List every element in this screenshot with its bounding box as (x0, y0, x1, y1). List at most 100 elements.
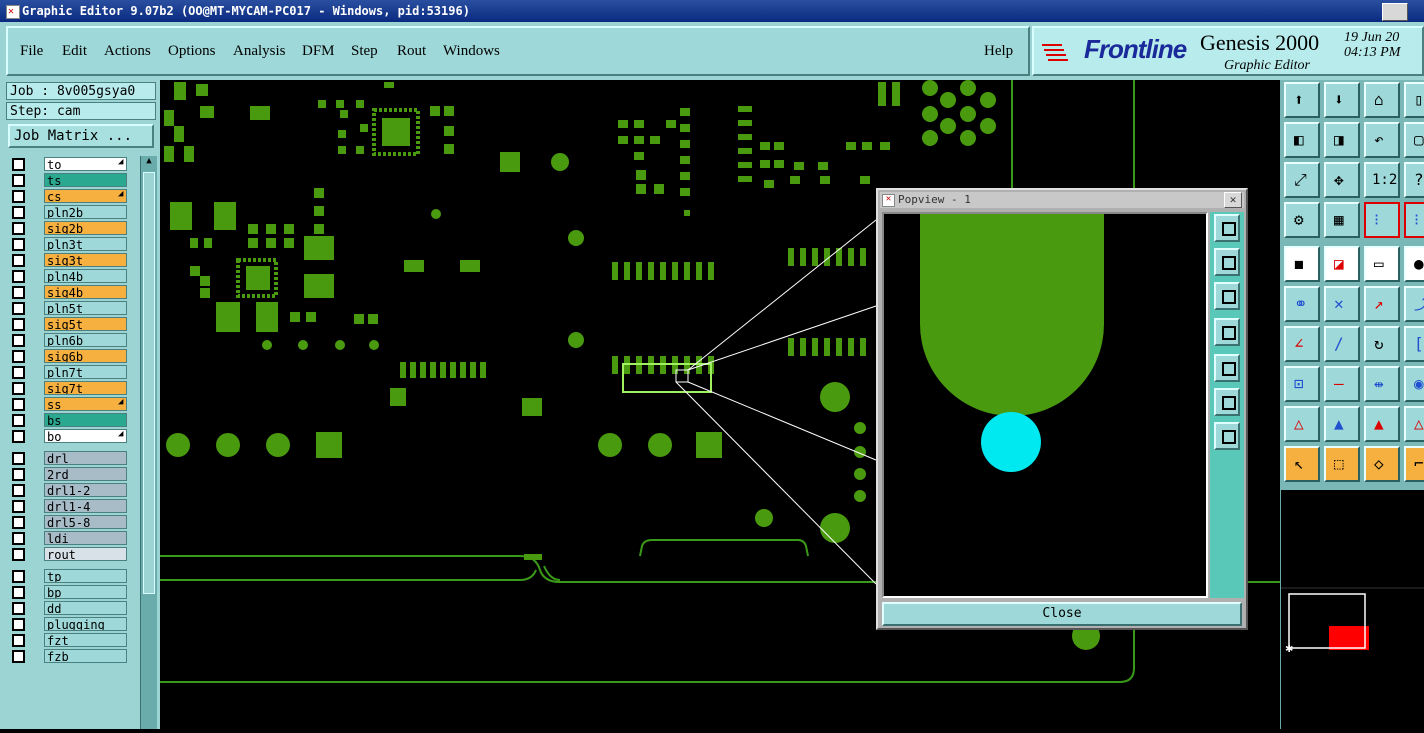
layer-row[interactable]: to ◢ (8, 156, 130, 172)
layer-work-box[interactable] (30, 396, 44, 412)
layer-checkbox[interactable] (12, 484, 25, 497)
layer-row[interactable]: drl5-8 (8, 514, 130, 530)
layer-work-box[interactable] (30, 156, 44, 172)
menu-options[interactable]: Options (168, 43, 216, 60)
layer-checkbox[interactable] (12, 174, 25, 187)
layer-work-box[interactable] (30, 252, 44, 268)
layer-name[interactable]: sig6b (44, 349, 127, 363)
layer-name[interactable]: rout (44, 547, 127, 561)
layer-name[interactable]: pln2b (44, 205, 127, 219)
layer-work-box[interactable] (30, 632, 44, 648)
layer-row[interactable]: drl1-2 (8, 482, 130, 498)
layer-row[interactable]: drl (8, 450, 130, 466)
layer-work-box[interactable] (30, 348, 44, 364)
layer-work-box[interactable] (30, 498, 44, 514)
layer-name[interactable]: pln5t (44, 301, 127, 315)
layer-row[interactable]: bs (8, 412, 130, 428)
tool-snap-icon[interactable]: ⁝ (1364, 202, 1400, 238)
tool-fit-icon[interactable]: ⤢ (1284, 162, 1320, 198)
layer-row[interactable]: bp (8, 584, 130, 600)
layer-checkbox[interactable] (12, 548, 25, 561)
layer-name[interactable]: tp (44, 569, 127, 583)
popview-tool-7-icon[interactable] (1214, 422, 1240, 450)
layer-row[interactable]: bo ◢ (8, 428, 130, 444)
layer-row[interactable]: sig5t (8, 316, 130, 332)
layer-name[interactable]: to (44, 157, 127, 171)
layer-row[interactable]: plugging (8, 616, 130, 632)
layer-work-box[interactable] (30, 428, 44, 444)
tool-home-icon[interactable]: ⌂ (1364, 82, 1400, 118)
layer-name[interactable]: fzt (44, 633, 127, 647)
layer-checkbox[interactable] (12, 350, 25, 363)
popview-tool-3-icon[interactable] (1214, 282, 1240, 310)
layer-work-box[interactable] (30, 466, 44, 482)
layer-checkbox[interactable] (12, 222, 25, 235)
menu-actions[interactable]: Actions (104, 43, 151, 60)
layer-scrollbar[interactable]: ▲ (140, 156, 157, 729)
layer-work-box[interactable] (30, 600, 44, 616)
layer-name[interactable]: cs (44, 189, 127, 203)
tool-select-box-icon[interactable]: ⬚ (1324, 446, 1360, 482)
layer-checkbox[interactable] (12, 516, 25, 529)
tool-pan-right-icon[interactable]: ◨ (1324, 122, 1360, 158)
menu-edit[interactable]: Edit (62, 43, 87, 60)
layer-name[interactable]: bo (44, 429, 127, 443)
layer-row[interactable]: cs ◢ (8, 188, 130, 204)
layer-name[interactable]: fzb (44, 649, 127, 663)
tool-zoom-ratio-button[interactable]: 1:2 (1364, 162, 1400, 198)
layer-checkbox[interactable] (12, 318, 25, 331)
layer-work-box[interactable] (30, 220, 44, 236)
layer-name[interactable]: ts (44, 173, 127, 187)
layer-row[interactable]: 2rd (8, 466, 130, 482)
layer-work-box[interactable] (30, 568, 44, 584)
layer-checkbox[interactable] (12, 650, 25, 663)
tool-page-icon[interactable]: ▯ (1404, 82, 1424, 118)
layer-name[interactable]: drl1-4 (44, 499, 127, 513)
tool-pan-left-icon[interactable]: ◧ (1284, 122, 1320, 158)
tool-ruler-icon[interactable]: ▭ (1364, 246, 1400, 282)
layer-work-box[interactable] (30, 236, 44, 252)
layer-row[interactable]: pln7t (8, 364, 130, 380)
layer-checkbox[interactable] (12, 206, 25, 219)
tool-connect-icon[interactable]: ⚭ (1284, 286, 1320, 322)
tool-dimension-icon[interactable]: ⇹ (1364, 366, 1400, 402)
layer-checkbox[interactable] (12, 570, 25, 583)
layer-row[interactable]: sig6b (8, 348, 130, 364)
layer-work-box[interactable] (30, 514, 44, 530)
layer-work-box[interactable] (30, 268, 44, 284)
layer-work-box[interactable] (30, 188, 44, 204)
layer-checkbox[interactable] (12, 602, 25, 615)
tool-select-icon[interactable]: ↖ (1284, 446, 1320, 482)
layer-row[interactable]: ss ◢ (8, 396, 130, 412)
tool-triangle-icon[interactable]: △ (1284, 406, 1320, 442)
layer-checkbox[interactable] (12, 430, 25, 443)
layer-checkbox[interactable] (12, 366, 25, 379)
layer-row[interactable]: rout (8, 546, 130, 562)
layer-checkbox[interactable] (12, 532, 25, 545)
layer-work-box[interactable] (30, 616, 44, 632)
tool-add-pad-icon[interactable]: ◼ (1284, 246, 1320, 282)
layer-checkbox[interactable] (12, 254, 25, 267)
layer-row[interactable]: sig3t (8, 252, 130, 268)
layer-name[interactable]: sig4b (44, 285, 127, 299)
scroll-thumb[interactable] (143, 172, 155, 594)
menu-analysis[interactable]: Analysis (233, 43, 286, 60)
layer-row[interactable]: fzb (8, 648, 130, 664)
tool-add-surface-icon[interactable]: ◪ (1324, 246, 1360, 282)
tool-split-icon[interactable]: — (1324, 366, 1360, 402)
tool-zoom-home-icon[interactable]: ⬆ (1284, 82, 1320, 118)
menu-windows[interactable]: Windows (443, 43, 500, 60)
layer-name[interactable]: pln4b (44, 269, 127, 283)
layer-name[interactable]: drl5-8 (44, 515, 127, 529)
layer-row[interactable]: pln6b (8, 332, 130, 348)
layer-work-box[interactable] (30, 648, 44, 664)
layer-work-box[interactable] (30, 450, 44, 466)
layer-row[interactable]: drl1-4 (8, 498, 130, 514)
layer-work-box[interactable] (30, 412, 44, 428)
tool-extra-icon[interactable]: ▢ (1404, 122, 1424, 158)
layer-work-box[interactable] (30, 380, 44, 396)
popview-tool-4-icon[interactable] (1214, 318, 1240, 346)
tool-grid-icon[interactable]: ▦ (1324, 202, 1360, 238)
layer-checkbox[interactable] (12, 634, 25, 647)
layer-name[interactable]: pln6b (44, 333, 127, 347)
